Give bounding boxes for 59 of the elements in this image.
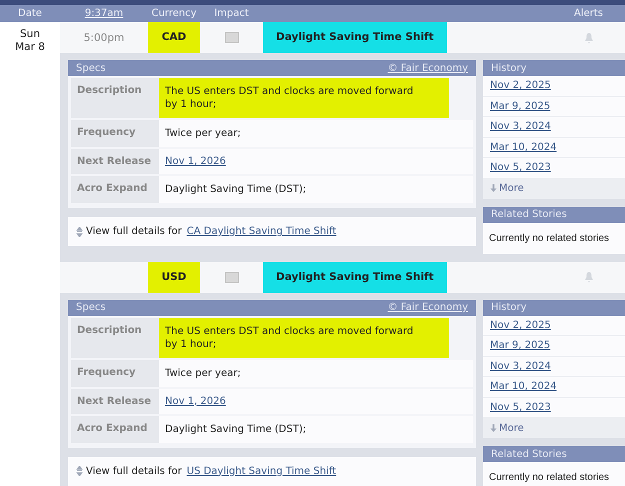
spec-label: Frequency <box>71 120 159 147</box>
spec-label: Description <box>71 78 159 118</box>
expand-icon <box>76 226 83 236</box>
release-link[interactable]: Nov 1, 2026 <box>159 390 232 412</box>
related-text: Currently no related stories <box>489 472 610 483</box>
spec-value: Twice per year; <box>164 127 242 141</box>
spec-value: The US enters DST and clocks are moved forward by 1 hour; <box>164 85 414 112</box>
history-link[interactable]: Mar 10, 2024 <box>490 381 557 392</box>
spec-label: Acro Expand <box>71 176 159 203</box>
history-link[interactable]: Nov 5, 2023 <box>490 402 551 413</box>
details-label: View full details for <box>86 226 182 237</box>
panel-title: Specs <box>76 62 106 74</box>
spec-label: Acro Expand <box>71 416 159 442</box>
column-heading: Date <box>17 8 43 19</box>
release-link[interactable]: Nov 1, 2026 <box>159 151 232 172</box>
spec-label: Frequency <box>71 360 159 386</box>
panel-title: Related Stories <box>491 448 567 460</box>
history-link[interactable]: Nov 2, 2025 <box>490 320 551 331</box>
impact-icon <box>224 32 238 43</box>
spec-value: Twice per year; <box>164 366 242 380</box>
details-link[interactable]: CA Daylight Saving Time Shift <box>186 226 336 237</box>
spec-value: Daylight Saving Time (DST); <box>164 422 308 436</box>
column-heading: Currency <box>150 8 198 19</box>
bell-icon[interactable] <box>584 32 594 44</box>
bell-icon[interactable] <box>584 271 594 283</box>
history-link[interactable]: Nov 2, 2025 <box>490 80 551 92</box>
spec-value: Daylight Saving Time (DST); <box>164 183 308 197</box>
details-link[interactable]: US Daylight Saving Time Shift <box>186 466 336 476</box>
impact-icon <box>224 272 238 282</box>
spec-label: Next Release <box>71 149 159 174</box>
history-link[interactable]: Mar 10, 2024 <box>490 142 557 153</box>
panel-title: History <box>491 302 527 313</box>
history-link[interactable]: Mar 9, 2025 <box>490 100 550 112</box>
event-time: 5:00pm <box>84 32 124 44</box>
currency-code: CAD <box>148 22 200 53</box>
expand-icon <box>76 466 83 476</box>
more-button[interactable]: More <box>483 418 625 438</box>
history-link[interactable]: Mar 9, 2025 <box>490 340 550 352</box>
related-text: Currently no related stories <box>489 232 610 244</box>
event-title[interactable]: Daylight Saving Time Shift <box>263 262 447 292</box>
history-link[interactable]: Nov 3, 2024 <box>490 121 551 132</box>
event-title[interactable]: Daylight Saving Time Shift <box>263 22 447 53</box>
spec-value: The US enters DST and clocks are moved forward by 1 hour; <box>164 324 414 352</box>
day-label: Sun <box>20 28 40 41</box>
history-link[interactable]: Nov 3, 2024 <box>490 360 551 372</box>
panel-title: Specs <box>76 302 106 313</box>
panel-title: Related Stories <box>491 209 567 220</box>
details-label: View full details for <box>86 466 182 476</box>
spec-label: Next Release <box>71 388 159 414</box>
column-heading: Alerts <box>574 8 603 19</box>
panel-title: History <box>491 62 527 74</box>
date-label: Mar 8 <box>15 41 45 54</box>
more-button[interactable]: More <box>483 178 625 198</box>
column-heading: Impact <box>213 8 250 19</box>
arrow-down-icon <box>490 424 497 432</box>
currency-code: USD <box>148 262 200 292</box>
history-link[interactable]: Nov 5, 2023 <box>490 162 551 174</box>
arrow-down-icon <box>490 184 497 193</box>
spec-label: Description <box>71 318 159 358</box>
